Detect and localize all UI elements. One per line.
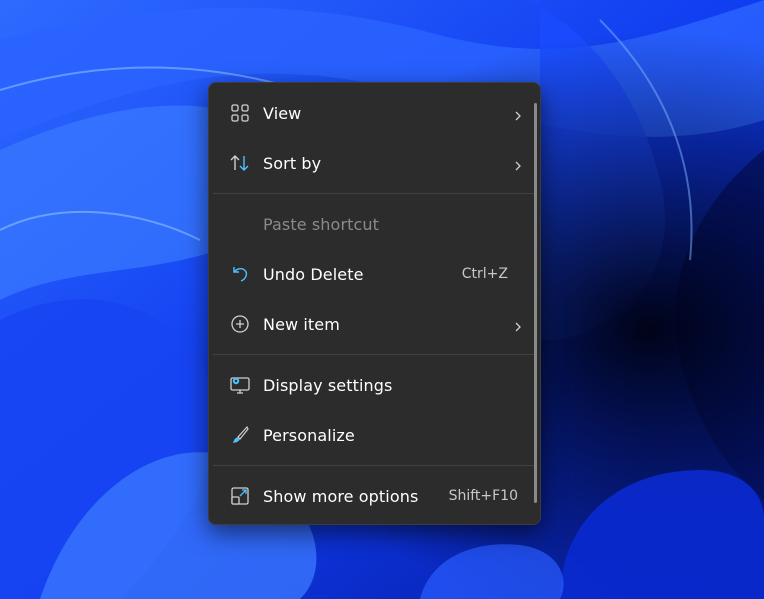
sort-icon	[229, 152, 251, 174]
plus-circle-icon	[229, 313, 251, 335]
chevron-right-icon	[512, 157, 524, 171]
menu-item-show-more-options[interactable]: Show more options Shift+F10	[213, 471, 536, 521]
menu-item-personalize[interactable]: Personalize	[213, 410, 536, 460]
open-external-icon	[229, 485, 251, 507]
menu-separator	[213, 354, 536, 355]
keyboard-shortcut: Shift+F10	[448, 488, 518, 504]
undo-icon	[229, 263, 251, 285]
menu-item-new-item[interactable]: New item	[213, 299, 536, 349]
menu-item-label: Paste shortcut	[263, 214, 380, 234]
context-menu: View Sort by Paste shortcut Undo Delete …	[208, 82, 541, 525]
menu-separator	[213, 465, 536, 466]
menu-item-label: Sort by	[263, 153, 322, 173]
menu-item-label: View	[263, 103, 302, 123]
menu-item-label: Undo Delete	[263, 264, 364, 284]
menu-item-display-settings[interactable]: Display settings	[213, 360, 536, 410]
grid-icon	[229, 102, 251, 124]
chevron-right-icon	[512, 318, 524, 332]
brush-icon	[229, 424, 251, 446]
desktop[interactable]: View Sort by Paste shortcut Undo Delete …	[0, 0, 764, 599]
menu-item-view[interactable]: View	[213, 88, 536, 138]
menu-item-label: Personalize	[263, 425, 355, 445]
chevron-right-icon	[512, 107, 524, 121]
display-settings-icon	[229, 374, 251, 396]
keyboard-shortcut: Ctrl+Z	[461, 266, 508, 282]
menu-separator	[213, 193, 536, 194]
menu-item-label: Show more options	[263, 486, 419, 506]
menu-item-undo-delete[interactable]: Undo Delete Ctrl+Z	[213, 249, 536, 299]
menu-item-sort-by[interactable]: Sort by	[213, 138, 536, 188]
menu-item-label: New item	[263, 314, 340, 334]
menu-item-paste-shortcut[interactable]: Paste shortcut	[213, 199, 536, 249]
menu-item-label: Display settings	[263, 375, 393, 395]
